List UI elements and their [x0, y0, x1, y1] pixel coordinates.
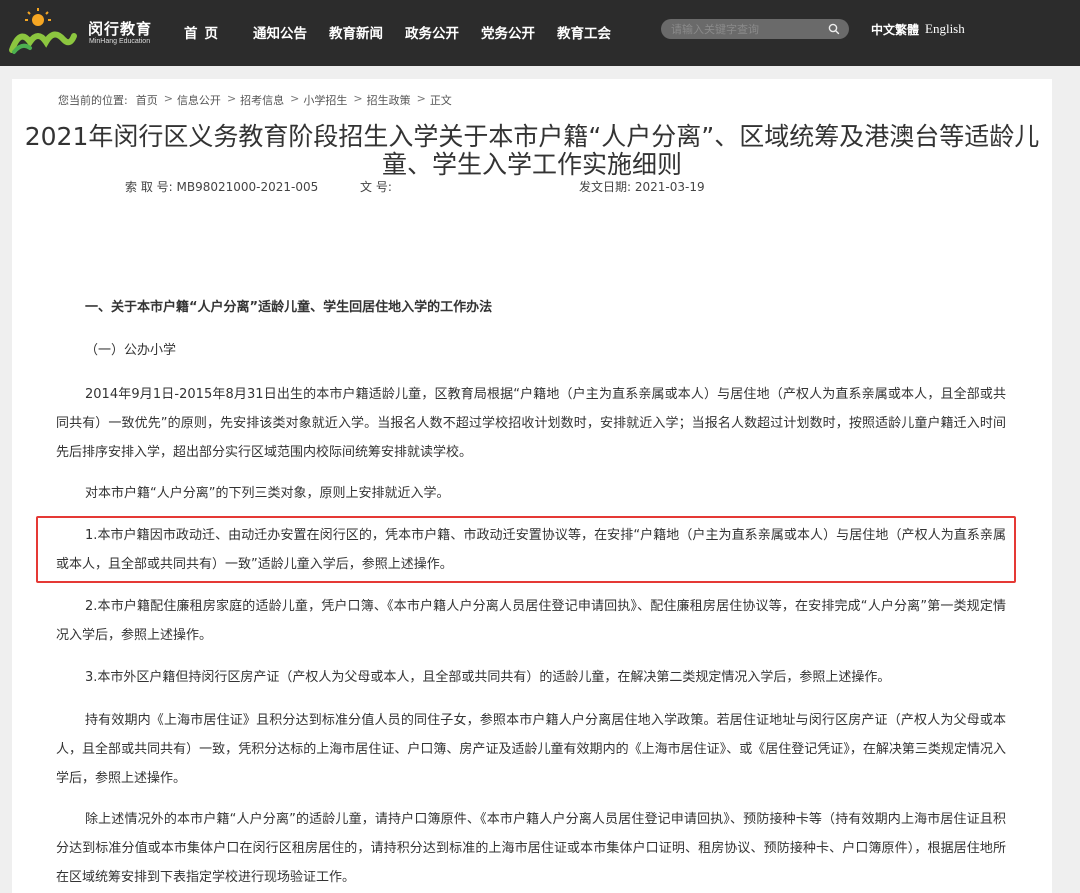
breadcrumb-info-disclosure[interactable]: 信息公开 [177, 92, 221, 108]
nav-education-union[interactable]: 教育工会 [557, 22, 611, 42]
article-title: 2021年闵行区义务教育阶段招生入学关于本市户籍“人户分离”、区域统筹及港澳台等… [24, 122, 1040, 179]
subsection-heading: （一）公办小学 [85, 343, 177, 358]
nav-education-news[interactable]: 教育新闻 [329, 22, 383, 42]
search-input[interactable] [671, 21, 821, 37]
meta-index-number: 索 取 号: MB98021000-2021-005 [125, 180, 319, 194]
breadcrumb-prefix: 您当前的位置: [58, 94, 128, 107]
nav-party-affairs[interactable]: 党务公开 [481, 22, 535, 42]
breadcrumb: 您当前的位置: 首页 > 信息公开 > 招考信息 > 小学招生 > 招生政策 >… [58, 92, 452, 108]
logo-cn-text: 闵行教育 [88, 20, 153, 38]
nav-notices[interactable]: 通知公告 [253, 22, 307, 42]
breadcrumb-recruitment-info[interactable]: 招考信息 [240, 92, 284, 108]
article-paragraph: 3.本市外区户籍但持闵行区房产证（产权人为父母或本人，且全部或共同共有）的适龄儿… [85, 670, 891, 685]
article-panel: 您当前的位置: 首页 > 信息公开 > 招考信息 > 小学招生 > 招生政策 >… [12, 79, 1052, 893]
nav-home[interactable]: 首页 [184, 22, 225, 42]
meta-publish-date: 发文日期: 2021-03-19 [579, 180, 705, 194]
breadcrumb-current: 正文 [429, 94, 452, 107]
top-header: 闵行教育 MinHang Education 首页 通知公告 教育新闻 政务公开… [0, 0, 1080, 66]
breadcrumb-home[interactable]: 首页 [136, 92, 158, 108]
meta-document-number: 文 号: [360, 180, 392, 194]
breadcrumb-separator-icon: > [416, 92, 426, 105]
breadcrumb-separator-icon: > [353, 92, 363, 105]
lang-english-link[interactable]: English [925, 21, 965, 38]
article-paragraph: 持有效期内《上海市居住证》且积分达到标准分值人员的同住子女，参照本市户籍人户分离… [56, 713, 1006, 786]
article-paragraph: 除上述情况外的本市户籍“人户分离”的适龄儿童，请持户口簿原件、《本市户籍人户分离… [56, 812, 1006, 885]
breadcrumb-separator-icon: > [226, 92, 237, 105]
logo-mark-icon [9, 8, 77, 54]
highlight-box [36, 516, 1016, 583]
breadcrumb-separator-icon: > [163, 92, 173, 105]
lang-chinese-link[interactable]: 中文繁體 [871, 21, 919, 38]
logo-en-text: MinHang Education [89, 38, 151, 45]
search-box [661, 19, 849, 39]
article-paragraph: 2014年9月1日-2015年8月31日出生的本市户籍适龄儿童，区教育局根据“户… [56, 387, 1006, 460]
language-switcher: 中文繁體 English [871, 21, 965, 38]
breadcrumb-primary-enrollment[interactable]: 小学招生 [303, 92, 347, 108]
article-paragraph: 2.本市户籍配住廉租房家庭的适龄儿童，凭户口簿、《本市户籍人户分离人员居住登记申… [56, 599, 1006, 643]
breadcrumb-enrollment-policy[interactable]: 招生政策 [367, 92, 411, 108]
main-nav: 首页 通知公告 教育新闻 政务公开 党务公开 教育工会 [170, 22, 611, 42]
nav-government-affairs[interactable]: 政务公开 [405, 22, 459, 42]
site-logo[interactable]: 闵行教育 MinHang Education [8, 6, 158, 56]
search-icon[interactable] [827, 22, 841, 36]
article-paragraph: 对本市户籍“人户分离”的下列三类对象，原则上安排就近入学。 [85, 486, 450, 501]
breadcrumb-separator-icon: > [290, 92, 300, 105]
section-heading: 一、关于本市户籍“人户分离”适龄儿童、学生回居住地入学的工作办法 [85, 300, 493, 315]
